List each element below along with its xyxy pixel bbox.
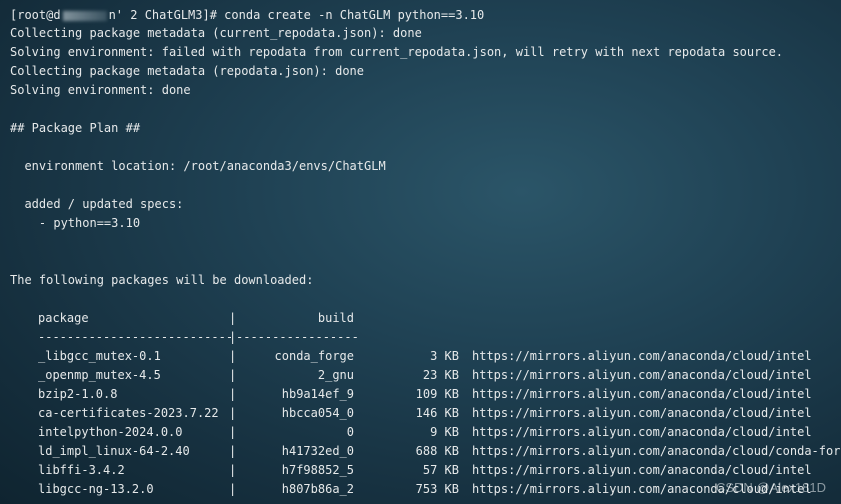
build-string: 0 — [346, 425, 354, 439]
build-string: h807b86a_2 — [281, 482, 354, 496]
output-line: Collecting package metadata (repodata.js… — [10, 64, 365, 78]
channel-url: https://mirrors.aliyun.com/anaconda/clou… — [472, 368, 812, 382]
watermark: CSDN @Alex181D — [715, 480, 826, 495]
channel-url: https://mirrors.aliyun.com/anaconda/clou… — [472, 387, 812, 401]
redacted-hostname — [62, 10, 107, 21]
build-string: 2_gnu — [317, 368, 354, 382]
package-size: 109 KB — [415, 387, 459, 401]
table-separator-right: ----------------- — [236, 330, 359, 344]
specs-heading: added / updated specs: — [10, 197, 184, 211]
package-name: libffi-3.4.2 — [38, 463, 125, 477]
package-size: 753 KB — [415, 482, 459, 496]
channel-url: https://mirrors.aliyun.com/anaconda/clou… — [472, 349, 812, 363]
build-string: h41732ed_0 — [281, 444, 354, 458]
package-size: 688 KB — [415, 444, 459, 458]
command-text: conda create -n ChatGLM python==3.10 — [224, 8, 485, 22]
package-size: 23 KB — [422, 368, 459, 382]
package-name: intelpython-2024.0.0 — [38, 425, 183, 439]
package-name: ld_impl_linux-64-2.40 — [38, 444, 190, 458]
output-line: Collecting package metadata (current_rep… — [10, 26, 422, 40]
build-string: conda_forge — [274, 349, 354, 363]
output-line: Solving environment: failed with repodat… — [10, 45, 784, 59]
channel-url: https://mirrors.aliyun.com/anaconda/clou… — [472, 444, 841, 458]
channel-url: https://mirrors.aliyun.com/anaconda/clou… — [472, 425, 812, 439]
table-header-build: build — [317, 311, 354, 325]
package-name: ca-certificates-2023.7.22 — [38, 406, 219, 420]
command-line[interactable]: [root@d n' 2 ChatGLM3]# conda create -n C… — [10, 6, 484, 25]
download-heading: The following packages will be downloade… — [10, 273, 314, 287]
table-separator-left: --------------------------- — [38, 330, 234, 344]
package-name: bzip2-1.0.8 — [38, 387, 118, 401]
environment-location: environment location: /root/anaconda3/en… — [10, 159, 386, 173]
spec-item: - python==3.10 — [10, 216, 141, 230]
output-line: Solving environment: done — [10, 83, 191, 97]
terminal-window[interactable]: [root@d n' 2 ChatGLM3]# conda create -n C… — [0, 0, 841, 504]
build-string: hbcca054_0 — [281, 406, 354, 420]
package-size: 146 KB — [415, 406, 459, 420]
package-size: 57 KB — [422, 463, 459, 477]
channel-url: https://mirrors.aliyun.com/anaconda/clou… — [472, 406, 812, 420]
package-size: 9 KB — [430, 425, 459, 439]
package-size: 3 KB — [430, 349, 459, 363]
package-name: _libgcc_mutex-0.1 — [38, 349, 161, 363]
package-name: libgcc-ng-13.2.0 — [38, 482, 154, 496]
build-string: h7f98852_5 — [281, 463, 354, 477]
prompt-prefix: [root@d — [10, 8, 61, 22]
package-name: _openmp_mutex-4.5 — [38, 368, 161, 382]
build-string: hb9a14ef_9 — [281, 387, 354, 401]
prompt-suffix: n' 2 ChatGLM3]# — [108, 8, 225, 22]
table-header-package: package — [38, 311, 89, 325]
clipped-previous-line — [60, 0, 660, 2]
package-plan-heading: ## Package Plan ## — [10, 121, 141, 135]
